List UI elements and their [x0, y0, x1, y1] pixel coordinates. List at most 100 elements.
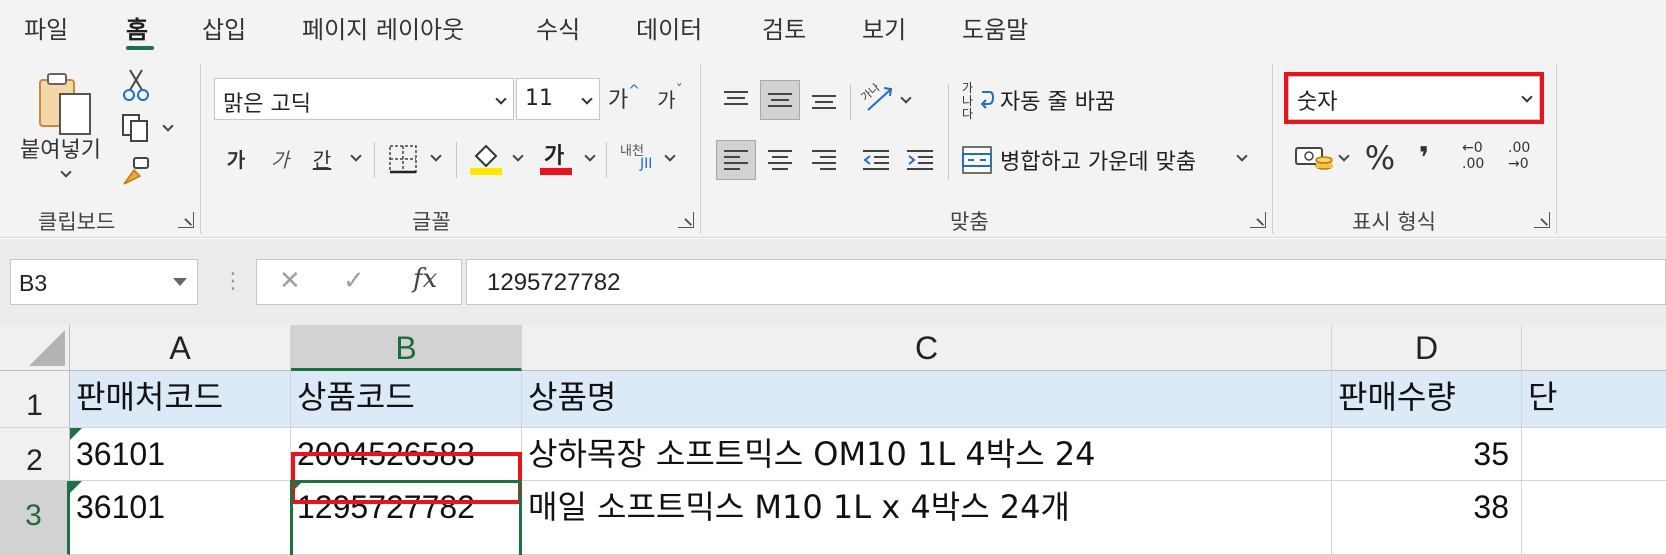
accounting-dropdown-icon[interactable] [1338, 150, 1350, 162]
cell-c1[interactable]: 상품명 [522, 371, 1332, 428]
insert-function-icon[interactable]: fx [413, 264, 437, 294]
paste-dropdown-icon[interactable] [60, 166, 72, 178]
number-launcher-icon[interactable] [1534, 212, 1550, 228]
row-header-2[interactable]: 2 [0, 428, 70, 481]
alignment-group-label: 맞춤 [950, 210, 989, 234]
divider [948, 84, 949, 180]
formula-bar-grip-icon[interactable]: ⋮ [222, 269, 244, 294]
number-group-label: 표시 형식 [1352, 210, 1436, 234]
tab-insert[interactable]: 삽입 [202, 10, 246, 45]
group-divider [700, 64, 701, 234]
align-right-button[interactable] [804, 140, 844, 180]
tab-review[interactable]: 검토 [762, 10, 806, 45]
column-header-a[interactable]: A [70, 325, 291, 371]
formula-input[interactable]: 1295727782 [466, 259, 1666, 305]
cell-a2[interactable]: 36101 [70, 428, 291, 481]
cell-d3[interactable]: 38 [1332, 481, 1522, 555]
number-format-highlight [1284, 72, 1544, 124]
formula-bar: B3 ⋮ ✕ ✓ fx 1295727782 [0, 239, 1666, 325]
cell-c2[interactable]: 상하목장 소프트믹스 OM10 1L 4박스 24 [522, 428, 1332, 481]
row-header-3[interactable]: 3 [0, 481, 70, 555]
tab-view[interactable]: 보기 [862, 10, 906, 45]
wrap-text-button[interactable]: 가나다 자동 줄 바꿈 [960, 80, 1220, 121]
column-header-e[interactable] [1522, 325, 1666, 371]
cut-icon[interactable] [122, 68, 150, 102]
name-box-value: B3 [19, 270, 48, 296]
divider [374, 142, 375, 178]
cell-b1[interactable]: 상품코드 [291, 371, 522, 428]
copy-dropdown-icon[interactable] [162, 120, 174, 132]
cell-d1[interactable]: 판매수량 [1332, 371, 1522, 428]
tab-help[interactable]: 도움말 [962, 10, 1028, 45]
font-size-select[interactable]: 11 [516, 78, 600, 120]
merge-center-button[interactable]: 병합하고 가운데 맞춤 [960, 140, 1260, 180]
cell-a3[interactable]: 36101 [70, 481, 291, 555]
tab-formulas[interactable]: 수식 [536, 10, 580, 45]
increase-decimal-button[interactable]: ←0 .00 [1462, 140, 1498, 176]
divider [850, 84, 851, 120]
paste-icon[interactable] [30, 70, 100, 140]
cell-c3[interactable]: 매일 소프트믹스 M10 1L x 4박스 24개 [522, 481, 1332, 555]
comma-style-button[interactable]: ❜ [1406, 138, 1442, 178]
alignment-launcher-icon[interactable] [1250, 212, 1266, 228]
underline-dropdown-icon[interactable] [350, 150, 362, 162]
decrease-decimal-button[interactable]: .00 →0 [1508, 140, 1544, 176]
ribbon-home: 붙여넣기 클립보드 맑은 고딕 11 가 ^ 가ˇ 가 가 간 가 내천 JII… [0, 56, 1666, 238]
cell-d2[interactable]: 35 [1332, 428, 1522, 481]
align-bottom-button[interactable] [804, 80, 844, 120]
copy-icon[interactable] [120, 112, 152, 144]
clipboard-launcher-icon[interactable] [178, 212, 194, 228]
phonetic-button[interactable]: 내천 JII [618, 140, 658, 176]
align-top-button[interactable] [716, 80, 756, 120]
align-left-button[interactable] [716, 140, 756, 180]
fill-color-dropdown-icon[interactable] [512, 150, 524, 162]
decrease-indent-button[interactable] [856, 140, 896, 180]
active-tab-indicator [126, 46, 154, 50]
tab-page-layout[interactable]: 페이지 레이아웃 [302, 10, 464, 45]
cell-e1[interactable]: 단 [1522, 371, 1666, 428]
increase-indent-button[interactable] [900, 140, 940, 180]
borders-dropdown-icon[interactable] [430, 150, 442, 162]
align-center-button[interactable] [760, 140, 800, 180]
bold-button[interactable]: 가 [220, 140, 252, 176]
font-size-value: 11 [525, 86, 553, 111]
format-painter-icon[interactable] [120, 156, 152, 188]
divider [606, 142, 607, 178]
cell-e3[interactable] [1522, 481, 1666, 555]
name-box[interactable]: B3 [10, 259, 198, 305]
percent-style-button[interactable]: % [1360, 138, 1400, 178]
column-header-c[interactable]: C [522, 325, 1332, 371]
orientation-dropdown-icon[interactable] [900, 92, 912, 104]
shrink-font-button[interactable]: 가ˇ [650, 80, 690, 116]
font-launcher-icon[interactable] [678, 212, 694, 228]
accounting-format-icon[interactable] [1294, 142, 1334, 176]
tab-home[interactable]: 홈 [126, 10, 148, 45]
orientation-button[interactable]: 가나 [859, 80, 896, 116]
font-group-label: 글꼴 [412, 210, 451, 234]
select-all-button[interactable] [0, 325, 70, 371]
name-box-dropdown-icon[interactable] [173, 278, 187, 286]
enter-icon[interactable]: ✓ [343, 266, 365, 296]
font-color-dropdown-icon[interactable] [584, 150, 596, 162]
align-middle-button[interactable] [760, 80, 800, 120]
underline-button[interactable]: 간 [306, 140, 338, 176]
divider [456, 142, 457, 178]
phonetic-dropdown-icon[interactable] [664, 150, 676, 162]
formula-controls: ✕ ✓ fx [256, 259, 462, 305]
row-header-1[interactable]: 1 [0, 371, 70, 428]
tab-data[interactable]: 데이터 [636, 10, 702, 45]
grow-font-button[interactable]: 가 ^ [604, 80, 644, 116]
borders-icon[interactable] [388, 144, 418, 174]
group-divider [1272, 64, 1273, 234]
paste-button[interactable]: 붙여넣기 [20, 132, 101, 164]
cancel-icon[interactable]: ✕ [279, 266, 301, 296]
font-name-select[interactable]: 맑은 고딕 [214, 78, 514, 120]
cell-e2[interactable] [1522, 428, 1666, 481]
column-header-b[interactable]: B [291, 325, 522, 371]
fill-color-icon[interactable] [470, 140, 502, 176]
cell-a1[interactable]: 판매처코드 [70, 371, 291, 428]
column-header-d[interactable]: D [1332, 325, 1522, 371]
tab-file[interactable]: 파일 [24, 10, 68, 45]
italic-button[interactable]: 가 [264, 140, 296, 176]
font-color-button[interactable]: 가 [540, 140, 572, 176]
